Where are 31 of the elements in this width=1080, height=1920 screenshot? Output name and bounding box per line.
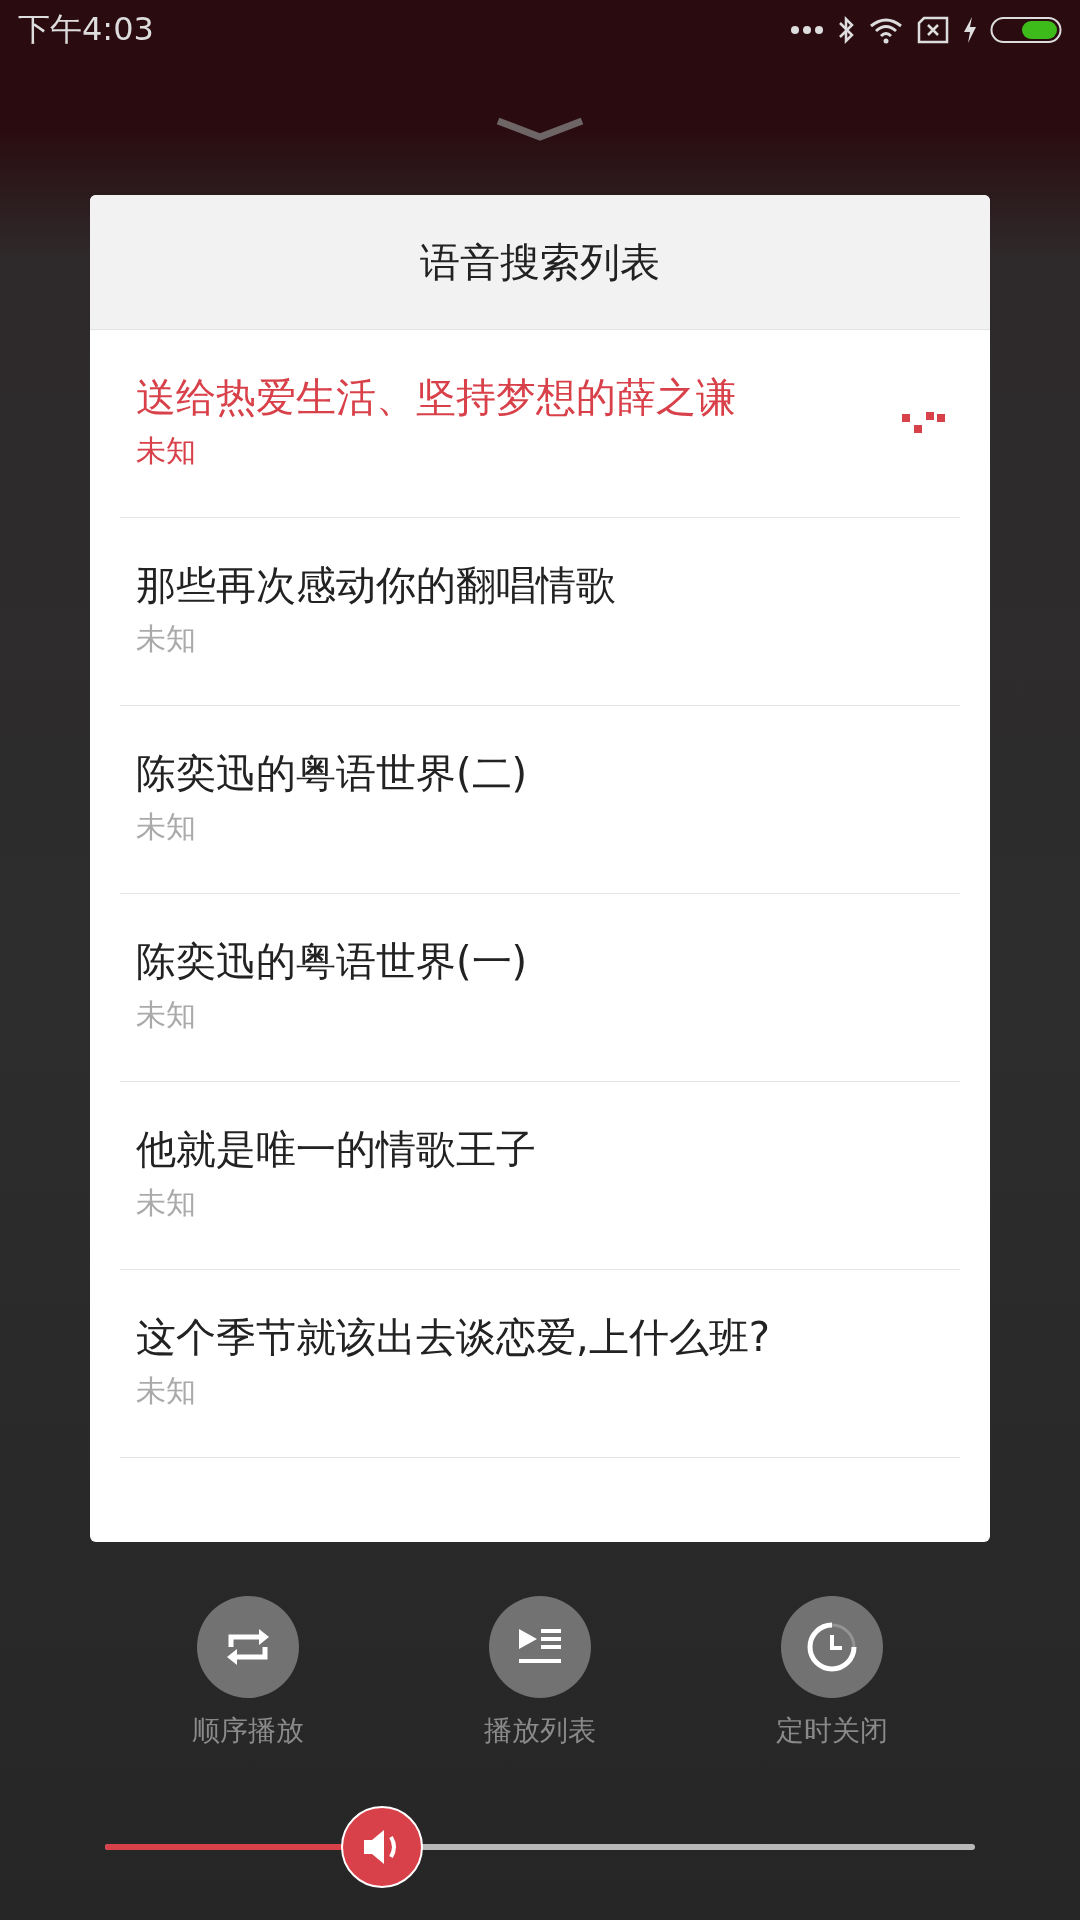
track-title: 陈奕迅的粤语世界(一) xyxy=(136,936,528,986)
timer-icon xyxy=(806,1621,858,1673)
track-subtitle: 未知 xyxy=(136,1183,197,1222)
charging-icon xyxy=(962,16,978,44)
control-label: 播放列表 xyxy=(484,1713,596,1749)
track-row[interactable]: 送给热爱生活、坚持梦想的薛之谦 未知 xyxy=(120,330,960,518)
track-title: 那些再次感动你的翻唱情歌 xyxy=(136,560,616,610)
more-icon xyxy=(790,25,824,35)
track-row[interactable]: 这个季节就该出去谈恋爱,上什么班? 未知 xyxy=(120,1270,960,1458)
wifi-icon xyxy=(868,16,904,44)
no-sim-icon xyxy=(916,16,950,44)
bluetooth-icon xyxy=(836,15,856,45)
track-title: 送给热爱生活、坚持梦想的薛之谦 xyxy=(136,372,736,422)
track-subtitle: 未知 xyxy=(136,807,197,846)
track-row[interactable]: 那些再次感动你的翻唱情歌 未知 xyxy=(120,518,960,706)
control-label: 定时关闭 xyxy=(776,1713,888,1749)
collapse-chevron-icon[interactable] xyxy=(496,115,584,141)
track-subtitle: 未知 xyxy=(136,619,197,658)
control-label: 顺序播放 xyxy=(192,1713,304,1749)
track-title: 陈奕迅的粤语世界(二) xyxy=(136,748,528,798)
track-title: 这个季节就该出去谈恋爱,上什么班? xyxy=(136,1312,770,1362)
status-time: 下午4:03 xyxy=(18,9,154,50)
track-title: 他就是唯一的情歌王子 xyxy=(136,1124,536,1174)
dialog-title: 语音搜索列表 xyxy=(420,237,660,287)
track-subtitle: 未知 xyxy=(136,1371,197,1410)
track-row[interactable]: 陈奕迅的粤语世界(二) 未知 xyxy=(120,706,960,894)
track-row[interactable]: 他就是唯一的情歌王子 未知 xyxy=(120,1082,960,1270)
track-row[interactable]: 陈奕迅的粤语世界(一) 未知 xyxy=(120,894,960,1082)
battery-icon xyxy=(990,16,1062,44)
track-subtitle: 未知 xyxy=(136,431,197,470)
track-subtitle: 未知 xyxy=(136,995,197,1034)
